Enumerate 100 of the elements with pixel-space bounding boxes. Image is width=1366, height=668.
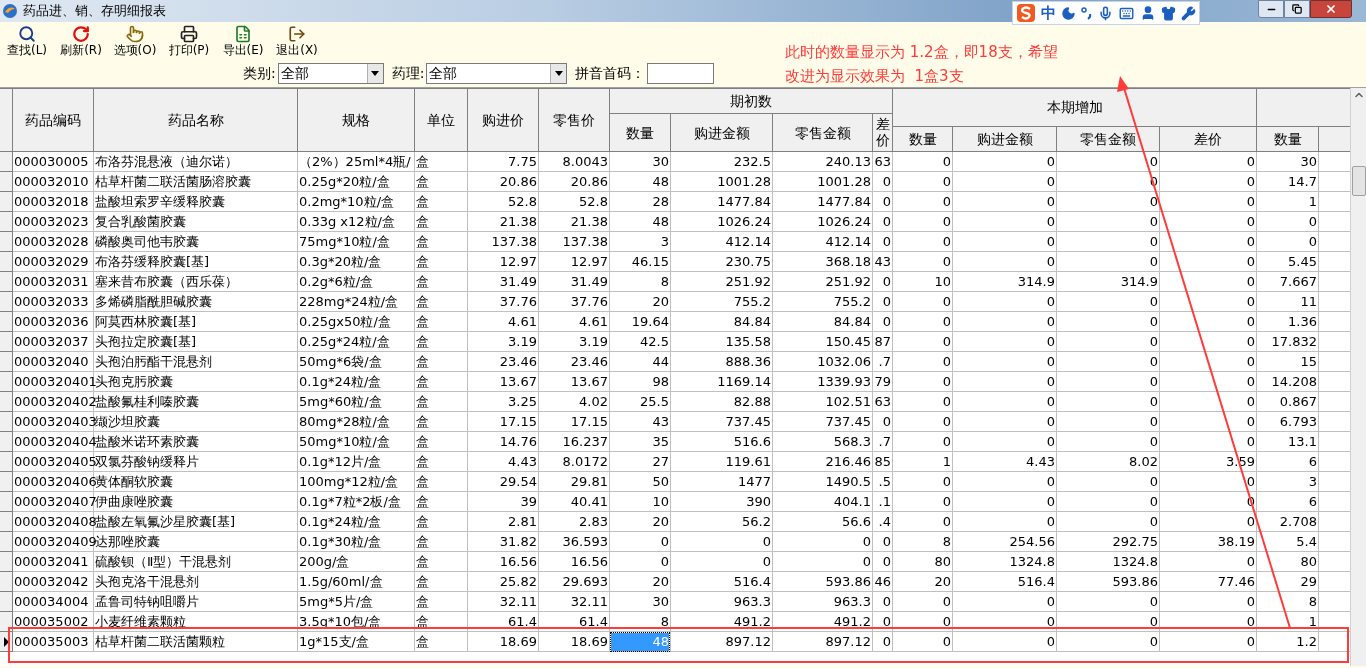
table-cell-text: 0 [942,152,951,171]
table-cell-text: 755.2 [833,292,871,311]
column-header: 单位 [415,89,468,151]
ime-logo-icon[interactable] [1016,3,1036,23]
moon-icon[interactable] [1061,5,1076,21]
dropdown-field[interactable]: 全部 [426,63,568,84]
punctuation-icon[interactable] [1081,6,1093,20]
table-cell-text: 251.92 [725,272,771,291]
table-cell-text: 16.56 [570,552,608,571]
table-cell-text: 1032.06 [817,352,871,371]
scrollbar-thumb[interactable] [1351,166,1366,196]
table-cell-text: 0 [1246,292,1255,311]
table-cell-text: 盒 [416,572,429,591]
table-cell-text: 593.86 [825,572,871,591]
table-cell-text: 0 [1246,632,1255,651]
table-cell-text: 0 [1149,492,1158,511]
table-cell-text: 19.64 [631,312,669,331]
table-cell-text: 0 [1246,372,1255,391]
wrench-icon[interactable] [1181,5,1196,21]
table-cell-text: 737.45 [725,412,771,431]
table-cell-text: 5.4 [1296,532,1317,551]
table-cell-text: 1026.24 [817,212,871,231]
table-cell-text: 000032010 [14,172,89,191]
table-cell-text: 0 [1308,212,1317,231]
table-cell-text: 0 [942,192,951,211]
table-cell-text: 18.69 [570,632,608,651]
table-cell-text: 137.38 [562,232,608,251]
toolbar-button[interactable]: 退出(X) [274,23,320,59]
table-cell-text: 80 [934,552,951,571]
table-cell-text: 缬沙坦胶囊 [95,412,160,431]
window-title: 药品进、销、存明细报表 [23,2,166,21]
table-cell-text: 1324.8 [1009,552,1055,571]
table-cell-text: 2.83 [579,512,608,531]
table-cell-text: 0 [1149,412,1158,431]
table-cell-text: 0 [942,292,951,311]
table-cell-text: 000032041 [14,552,89,571]
table-cell-text: 10 [934,272,951,291]
table-cell-text: 77.46 [1217,572,1255,591]
table-cell-text: 31.49 [499,272,537,291]
keyboard-icon[interactable] [1118,5,1135,21]
table-cell-text: 135.58 [725,332,771,351]
dropdown-field[interactable]: 全部 [277,63,384,84]
table-cell-text: 盒 [416,632,429,651]
table-cell-text: 0 [882,232,891,251]
table-cell-text: 42.5 [640,332,669,351]
pinyin-input-field[interactable] [647,63,715,84]
table-cell-text: 0 [1246,232,1255,251]
column-header: 零售价 [539,89,610,151]
user-icon[interactable] [1140,5,1156,21]
table-cell-text: 孟鲁司特钠咀嚼片 [95,592,199,611]
table-cell-text: 0 [1046,432,1055,451]
table-cell-text: 0 [882,532,891,551]
table-cell-text: 82.88 [733,392,771,411]
table-cell-text: 8.0043 [562,152,608,171]
table-cell-text: 46 [874,572,891,591]
table-cell-text: 0 [882,312,891,331]
table-cell-text: 25.5 [640,392,669,411]
toolbar-button[interactable]: 打印(P) [166,23,212,59]
table-cell-text: 4.02 [579,392,608,411]
table-cell-text: 314.9 [1017,272,1055,291]
table-cell-text: 0 [1149,212,1158,231]
table-cell-text: 491.2 [733,612,771,631]
table-cell-text: 29.81 [570,472,608,491]
table-cell-text: 119.61 [725,452,771,471]
close-button[interactable] [1310,0,1352,18]
table-cell-text: 2.708 [1279,512,1317,531]
table-cell-text: 87 [874,332,891,351]
table-cell-text: 0.25gx50粒/盒 [299,312,391,331]
table-cell-text: 0 [1246,552,1255,571]
table-cell-text: 0 [1308,232,1317,251]
table-cell-text: 0 [1149,612,1158,631]
table-cell-text: 8 [1308,592,1317,611]
microphone-icon[interactable] [1098,5,1113,21]
table-cell-text: 368.18 [825,252,871,271]
table-cell-text: 63 [874,152,891,171]
table-cell-text: 0 [1046,472,1055,491]
toolbar-button[interactable]: 选项(O) [112,23,158,59]
table-cell-text: 85 [874,452,891,471]
app-logo-icon [2,3,18,19]
table-cell-text: 61.4 [508,612,537,631]
restore-button[interactable] [1284,0,1310,18]
table-cell-text: 0 [1149,352,1158,371]
table-cell-text: 216.46 [825,452,871,471]
toolbar-button[interactable]: 导出(E) [220,23,266,59]
table-cell-text: 0 [1246,252,1255,271]
table-cell-text: 0 [1149,312,1158,331]
table-cell-text: 头孢克肟胶囊 [95,372,173,391]
table-cell-text: 200g/盒 [299,552,350,571]
table-cell-text: 8 [660,272,669,291]
column-header: 零售金额 [1057,127,1160,151]
table-cell-text: 0.25g*20粒/盒 [299,172,390,191]
table-cell-text: 3 [1308,472,1317,491]
table-cell-text: 0 [1246,212,1255,231]
toolbar-button[interactable]: 刷新(R) [58,23,104,59]
vertical-scrollbar[interactable] [1350,88,1366,666]
table-cell-text: 000032033 [14,292,89,311]
shirt-icon[interactable] [1161,5,1176,21]
table-cell-text: 390 [746,492,771,511]
toolbar-button[interactable]: 查找(L) [4,23,50,59]
ime-mode-toggle[interactable]: 中 [1041,1,1056,25]
